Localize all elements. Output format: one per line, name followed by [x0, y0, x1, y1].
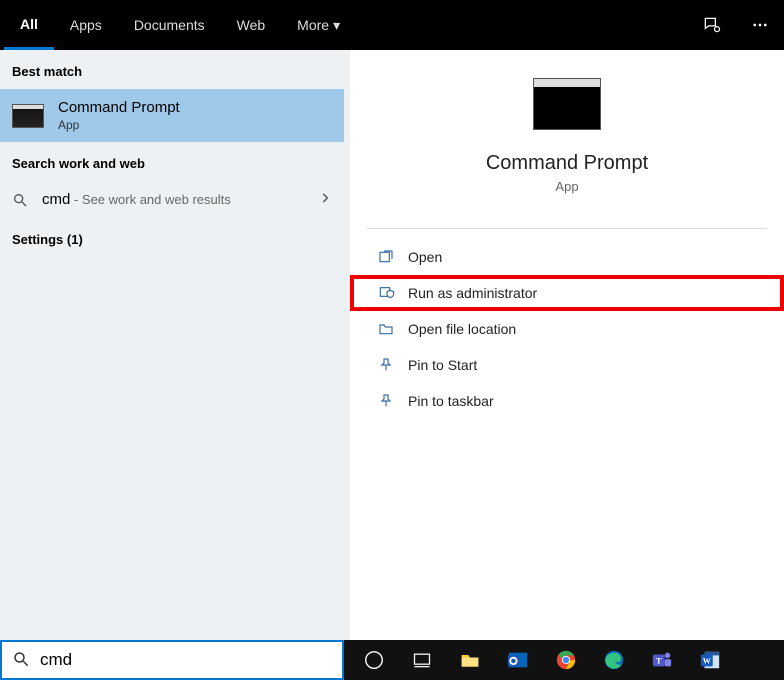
pin-icon [378, 357, 408, 373]
cmd-large-icon [533, 78, 601, 130]
teams-icon[interactable]: T [640, 640, 684, 680]
search-input[interactable] [40, 650, 342, 670]
results-list: Best match Command Prompt App Search wor… [0, 50, 344, 640]
chevron-down-icon: ▾ [333, 17, 340, 34]
tab-more[interactable]: More▾ [281, 0, 356, 50]
svg-text:W: W [703, 657, 712, 666]
task-view-icon[interactable] [400, 640, 444, 680]
search-input-bar[interactable] [0, 640, 344, 680]
svg-text:T: T [656, 657, 662, 666]
pin-icon [378, 393, 408, 409]
chrome-icon[interactable] [544, 640, 588, 680]
action-pin-to-start[interactable]: Pin to Start [350, 347, 784, 383]
section-best-match: Best match [0, 50, 344, 89]
result-subtitle: App [58, 118, 180, 132]
action-open[interactable]: Open [350, 239, 784, 275]
admin-shield-icon [378, 285, 408, 301]
open-icon [378, 249, 408, 265]
search-web-row[interactable]: cmd - See work and web results [0, 181, 344, 218]
detail-title: Command Prompt [486, 152, 648, 175]
chevron-right-icon [318, 191, 332, 208]
search-tab-bar: All Apps Documents Web More▾ [0, 0, 784, 50]
action-pin-to-taskbar[interactable]: Pin to taskbar [350, 383, 784, 419]
taskbar: T W [344, 640, 784, 680]
word-icon[interactable]: W [688, 640, 732, 680]
file-explorer-icon[interactable] [448, 640, 492, 680]
cmd-icon [12, 104, 44, 128]
result-command-prompt[interactable]: Command Prompt App [0, 89, 344, 142]
outlook-icon[interactable] [496, 640, 540, 680]
folder-icon [378, 321, 408, 337]
detail-actions: Open Run as administrator Open file loca… [350, 229, 784, 429]
detail-subtitle: App [555, 179, 578, 194]
action-run-as-administrator[interactable]: Run as administrator [350, 275, 784, 311]
action-open-file-location[interactable]: Open file location [350, 311, 784, 347]
tab-documents[interactable]: Documents [118, 0, 221, 50]
tab-all[interactable]: All [4, 0, 54, 50]
more-options-icon[interactable] [736, 0, 784, 50]
tab-web[interactable]: Web [221, 0, 282, 50]
feedback-icon[interactable] [688, 0, 736, 50]
edge-icon[interactable] [592, 640, 636, 680]
result-title: Command Prompt [58, 99, 180, 116]
search-icon [12, 192, 42, 208]
tab-apps[interactable]: Apps [54, 0, 118, 50]
result-detail-pane: Command Prompt App Open Run as administr… [344, 50, 784, 640]
search-web-label: cmd - See work and web results [42, 191, 231, 208]
search-icon [12, 650, 30, 671]
section-settings[interactable]: Settings (1) [0, 218, 344, 257]
section-search-web: Search work and web [0, 142, 344, 181]
search-results-pane: Best match Command Prompt App Search wor… [0, 50, 784, 640]
cortana-icon[interactable] [352, 640, 396, 680]
